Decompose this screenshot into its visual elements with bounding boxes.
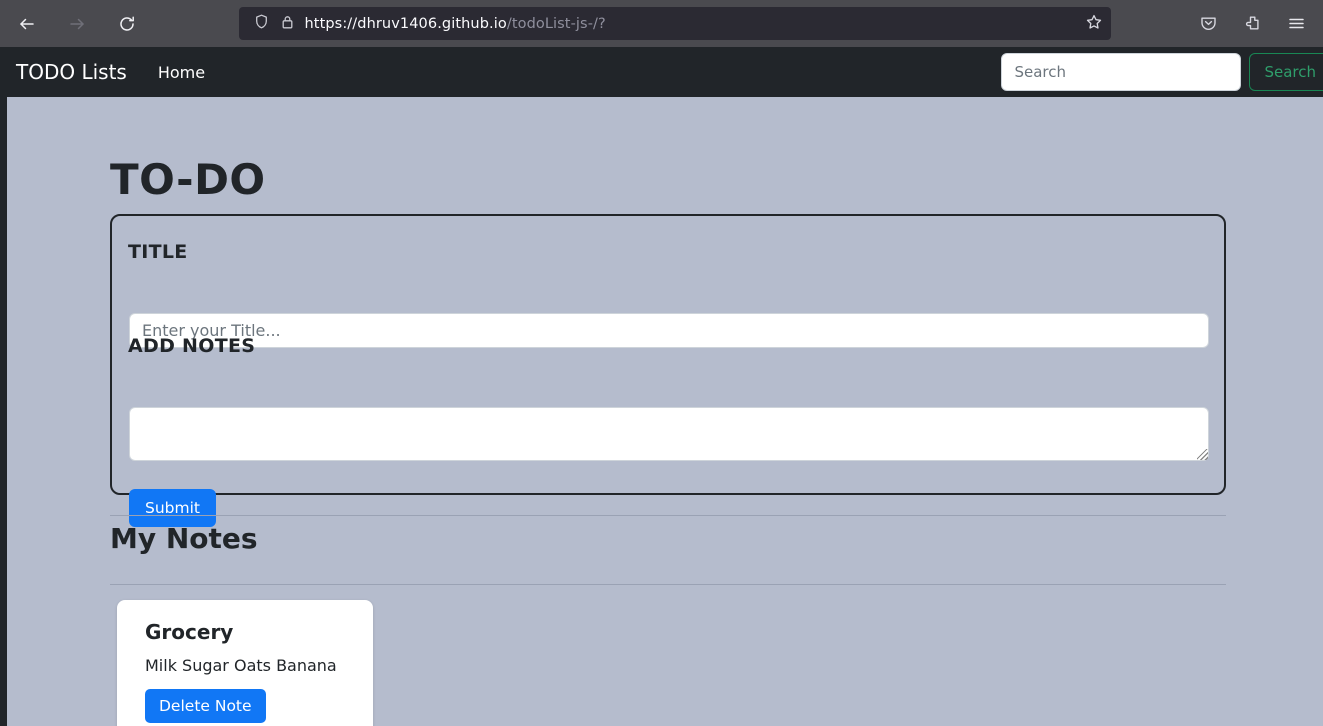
notes-list: Grocery Milk Sugar Oats Banana Delete No…	[117, 600, 373, 726]
browser-nav-buttons	[0, 0, 142, 47]
divider-below-notes	[110, 584, 1226, 585]
title-field-label: TITLE	[128, 241, 188, 263]
navbar-brand[interactable]: TODO Lists	[16, 60, 127, 84]
urlbar-container: https://dhruv1406.github.io/todoList-js-…	[142, 0, 1193, 47]
navbar-search-form: Search	[1001, 53, 1323, 91]
pocket-icon	[1199, 14, 1218, 33]
site-navbar: TODO Lists Home Search	[0, 47, 1323, 97]
address-bar[interactable]: https://dhruv1406.github.io/todoList-js-…	[238, 7, 1111, 40]
notes-textarea[interactable]	[129, 407, 1209, 461]
forward-button[interactable]	[62, 9, 92, 39]
app-menu-button[interactable]	[1281, 9, 1311, 39]
search-input[interactable]	[1001, 53, 1242, 91]
url-path: /todoList-js-/?	[506, 15, 606, 32]
page-content: TO-DO TITLE ADD NOTES Submit My Notes Gr…	[0, 97, 1323, 726]
note-card: Grocery Milk Sugar Oats Banana Delete No…	[117, 600, 373, 726]
notes-field-label: ADD NOTES	[128, 335, 256, 357]
reload-icon	[118, 15, 136, 33]
back-arrow-icon	[18, 15, 36, 33]
forward-arrow-icon	[68, 15, 86, 33]
url-text[interactable]: https://dhruv1406.github.io/todoList-js-…	[305, 16, 1075, 32]
page-viewport: TODO Lists Home Search TO-DO TITLE ADD N…	[0, 47, 1323, 726]
browser-toolbar: https://dhruv1406.github.io/todoList-js-…	[0, 0, 1323, 47]
shield-icon[interactable]	[253, 13, 270, 34]
divider-above-notes	[110, 515, 1226, 516]
page-title: TO-DO	[110, 155, 266, 204]
nav-link-home[interactable]: Home	[158, 63, 205, 82]
note-title: Grocery	[145, 620, 234, 644]
note-body: Milk Sugar Oats Banana	[145, 656, 337, 675]
browser-toolbar-right	[1193, 0, 1323, 47]
search-button[interactable]: Search	[1249, 53, 1323, 91]
back-button[interactable]	[12, 9, 42, 39]
notes-section-heading: My Notes	[110, 522, 258, 555]
hamburger-menu-icon	[1287, 14, 1306, 33]
delete-note-button[interactable]: Delete Note	[145, 689, 266, 724]
extensions-puzzle-icon	[1243, 14, 1262, 33]
pocket-button[interactable]	[1193, 9, 1223, 39]
padlock-icon[interactable]	[280, 14, 295, 34]
title-input[interactable]	[129, 313, 1209, 348]
todo-form-card: TITLE ADD NOTES Submit	[110, 214, 1226, 527]
url-host: https://dhruv1406.github.io	[304, 15, 507, 32]
star-icon[interactable]	[1085, 13, 1103, 35]
reload-button[interactable]	[112, 9, 142, 39]
extensions-button[interactable]	[1237, 9, 1267, 39]
